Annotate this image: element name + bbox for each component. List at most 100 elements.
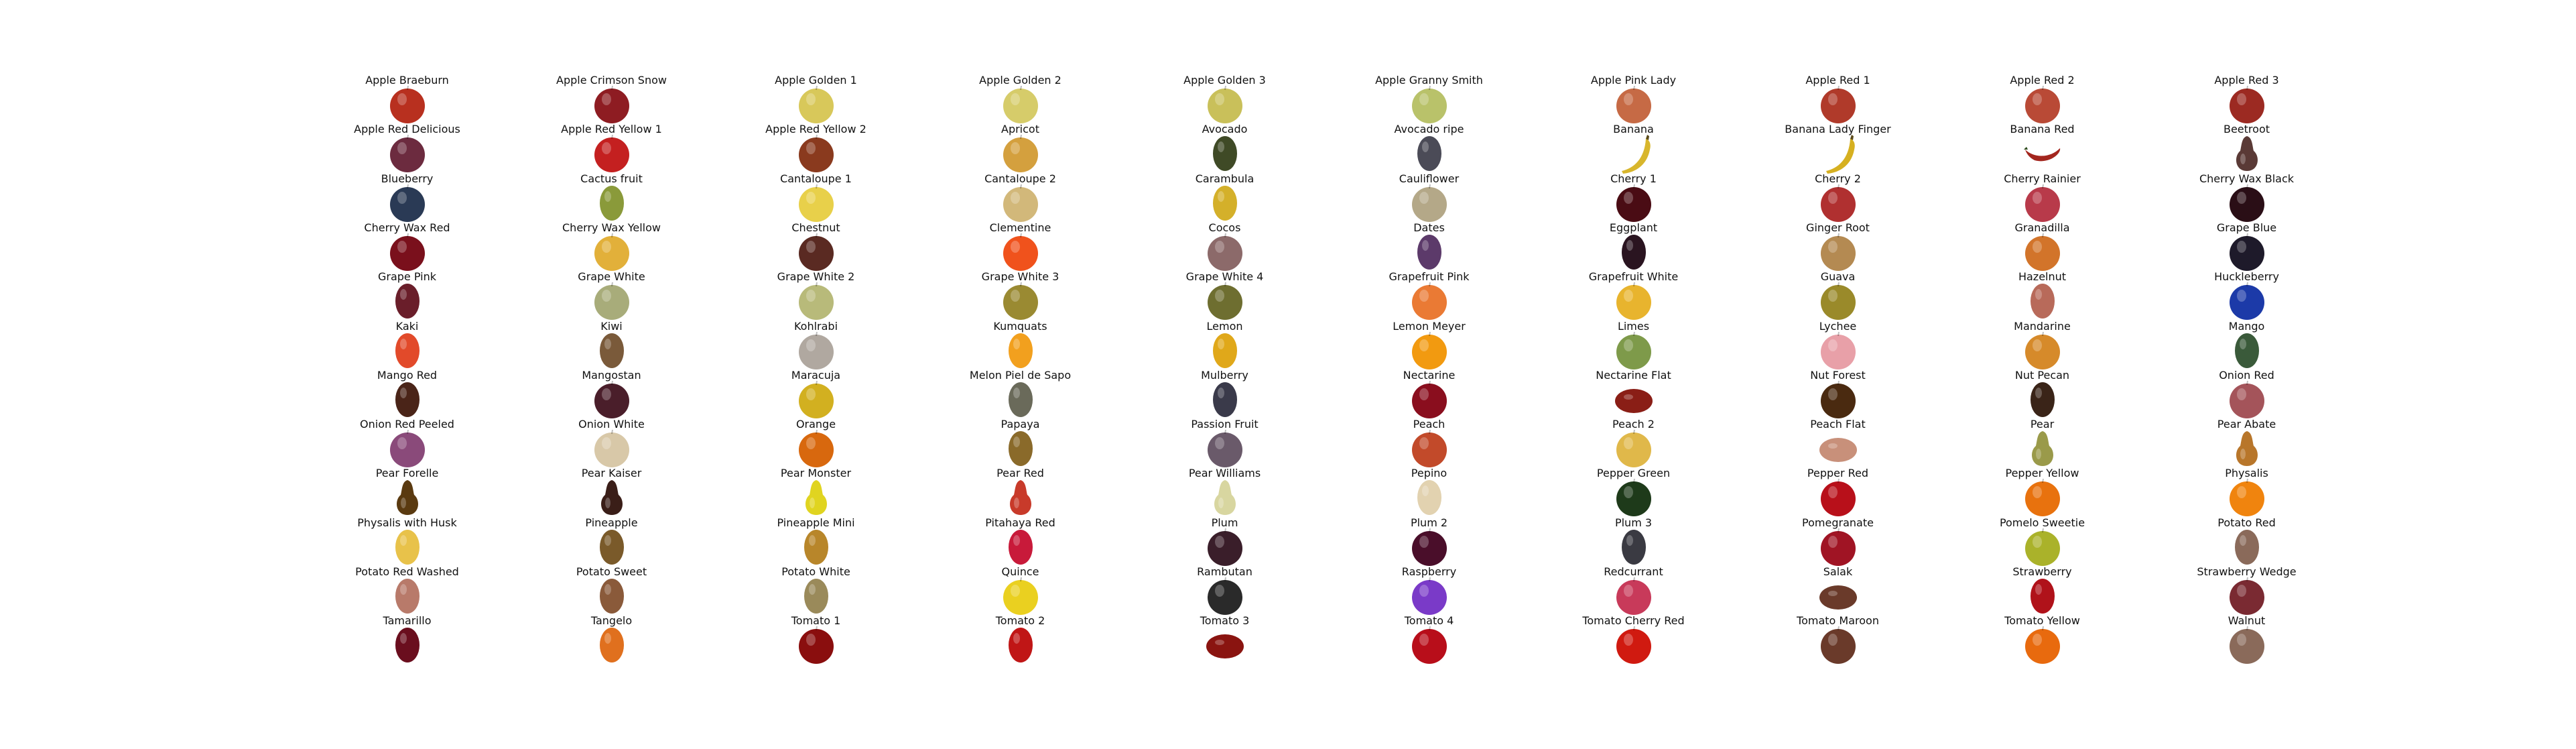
fruit-label: Apple Golden 3 xyxy=(1183,74,1266,87)
fruit-label: Cherry 2 xyxy=(1815,172,1861,185)
fruit-image xyxy=(2236,136,2258,172)
fruit-label: Pear Abate xyxy=(2217,418,2276,431)
fruit-cell-grape-pink: Grape Pink xyxy=(305,270,510,320)
fruit-cell-peach-2: Peach 2 xyxy=(1531,418,1736,468)
fruit-image xyxy=(1616,331,1651,369)
fruit-image xyxy=(1008,431,1033,467)
fruit-cell-plum-2: Plum 2 xyxy=(1327,516,1532,566)
fruit-cell-pitahaya-red: Pitahaya Red xyxy=(918,516,1123,566)
fruit-label: Tomato 4 xyxy=(1404,614,1454,628)
fruit-cell-kohlrabi: Kohlrabi xyxy=(714,320,919,369)
fruit-image xyxy=(389,233,425,271)
fruit-cell-tomato-2: Tomato 2 xyxy=(918,614,1123,664)
fruit-cell-tomato-maroon: Tomato Maroon xyxy=(1736,614,1941,665)
fruit-image xyxy=(1411,626,1447,665)
fruit-label: Tomato 3 xyxy=(1200,614,1250,628)
fruit-cell-banana: Banana xyxy=(1531,123,1736,174)
fruit-cell-pepper-green: Pepper Green xyxy=(1531,467,1736,517)
fruit-image xyxy=(594,429,629,468)
fruit-label: Pineapple xyxy=(585,516,638,529)
fruit-image xyxy=(1214,480,1236,516)
fruit-label: Kiwi xyxy=(600,319,623,333)
fruit-cell-clementine: Clementine xyxy=(918,221,1123,271)
fruit-cell-tomato-yellow: Tomato Yellow xyxy=(1940,614,2145,665)
fruit-image xyxy=(594,380,629,418)
fruit-cell-potato-sweet: Potato Sweet xyxy=(509,565,714,615)
fruit-image xyxy=(1616,577,1651,615)
fruit-label: Apple Crimson Snow xyxy=(556,74,667,87)
fruit-image xyxy=(2024,85,2060,123)
fruit-label: Kaki xyxy=(395,319,419,333)
fruit-label: Mangostan xyxy=(582,368,641,382)
fruit-label: Mulberry xyxy=(1201,368,1248,382)
fruit-image xyxy=(1411,331,1447,369)
fruit-label: Apple Red Yellow 2 xyxy=(765,123,866,136)
fruit-image xyxy=(1819,438,1857,463)
fruit-image xyxy=(1009,480,1031,516)
fruit-cell-nectarine: Nectarine xyxy=(1327,369,1532,418)
fruit-cell-beetroot: Beetroot xyxy=(2144,123,2349,172)
fruit-label: Beetroot xyxy=(2223,123,2270,136)
fruit-cell-hazelnut: Hazelnut xyxy=(1940,270,2145,320)
fruit-image xyxy=(2234,333,2259,368)
fruit-image xyxy=(1417,136,1441,172)
fruit-image xyxy=(1003,233,1038,271)
fruit-image xyxy=(599,579,624,614)
fruit-image xyxy=(1008,382,1033,417)
fruit-label: Potato Sweet xyxy=(576,565,647,578)
fruit-cell-quince: Quince xyxy=(918,565,1123,615)
fruit-label: Pomegranate xyxy=(1802,516,1874,529)
fruit-image xyxy=(599,529,624,565)
fruit-cell-kumquats: Kumquats xyxy=(918,320,1123,369)
fruit-label: Blueberry xyxy=(381,172,434,185)
fruit-cell-tomato-cherry-red: Tomato Cherry Red xyxy=(1531,614,1736,665)
fruit-cell-onion-red-peeled: Onion Red Peeled xyxy=(305,418,510,468)
fruit-image xyxy=(389,85,425,123)
fruit-label: Tangelo xyxy=(590,614,633,628)
fruit-image xyxy=(2229,380,2264,418)
fruit-cell-chestnut: Chestnut xyxy=(714,221,919,271)
fruit-cell-lemon: Lemon xyxy=(1122,320,1328,369)
fruit-cell-grape-white-4: Grape White 4 xyxy=(1122,270,1328,321)
fruit-cell-potato-red: Potato Red xyxy=(2144,516,2349,566)
fruit-cell-cherry-2: Cherry 2 xyxy=(1736,172,1941,222)
fruit-label: Physalis with Husk xyxy=(357,516,457,529)
fruit-cell-orange: Orange xyxy=(714,418,919,468)
fruit-image xyxy=(1616,282,1651,321)
fruit-image xyxy=(2229,85,2264,123)
fruit-label: Carambula xyxy=(1195,172,1254,185)
fruit-image xyxy=(1008,529,1033,565)
fruit-label: Granadilla xyxy=(2014,221,2070,234)
fruit-cell-tomato-1: Tomato 1 xyxy=(714,614,919,665)
fruit-cell-cantaloupe-1: Cantaloupe 1 xyxy=(714,172,919,222)
fruit-cell-apple-red-delicious: Apple Red Delicious xyxy=(305,123,510,173)
fruit-cell-physalis: Physalis xyxy=(2144,467,2349,517)
fruit-cell-cocos: Cocos xyxy=(1122,221,1328,271)
fruit-image xyxy=(395,333,420,368)
fruit-label: Tomato Yellow xyxy=(2004,614,2080,628)
fruit-image xyxy=(1212,382,1237,417)
fruit-label: Grapefruit Pink xyxy=(1389,270,1470,284)
fruit-cell-apple-red-2: Apple Red 2 xyxy=(1940,74,2145,123)
fruit-label: Cactus fruit xyxy=(580,172,643,185)
fruit-image xyxy=(803,529,828,565)
fruit-label: Lemon Meyer xyxy=(1393,319,1466,333)
fruit-label: Tomato Cherry Red xyxy=(1582,614,1685,628)
fruit-label: Nectarine Flat xyxy=(1596,368,1671,382)
fruit-label: Pitahaya Red xyxy=(985,516,1055,529)
fruit-cell-grape-white: Grape White xyxy=(509,270,714,321)
fruit-cell-cherry-wax-yellow: Cherry Wax Yellow xyxy=(509,221,714,271)
fruit-cell-pomegranate: Pomegranate xyxy=(1736,516,1941,566)
fruit-image xyxy=(798,429,834,468)
fruit-cell-kaki: Kaki xyxy=(305,320,510,369)
fruit-image xyxy=(798,331,834,369)
fruit-cell-pear-williams: Pear Williams xyxy=(1122,467,1328,516)
fruit-label: Cocos xyxy=(1208,221,1241,234)
fruit-cell-apple-crimson-snow: Apple Crimson Snow xyxy=(509,74,714,123)
fruit-image xyxy=(1411,577,1447,615)
fruit-cell-grape-blue: Grape Blue xyxy=(2144,221,2349,271)
fruit-label: Tomato 1 xyxy=(791,614,841,628)
fruit-image xyxy=(1614,388,1653,413)
fruit-cell-ginger-root: Ginger Root xyxy=(1736,221,1941,271)
fruit-label: Maracuja xyxy=(791,368,841,382)
